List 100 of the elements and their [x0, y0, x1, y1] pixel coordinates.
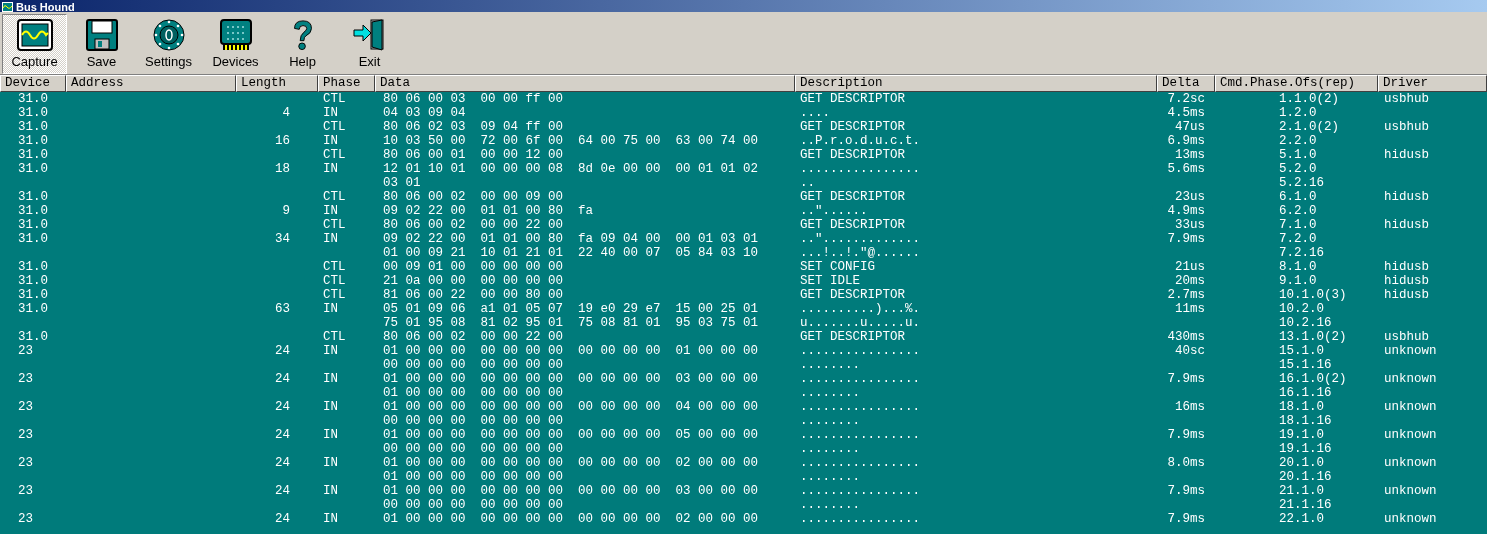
- save-button[interactable]: Save: [69, 14, 134, 74]
- table-cell: 31.0: [18, 190, 48, 204]
- table-cell: 1.1.0(2): [1279, 92, 1339, 106]
- table-cell: 24: [275, 400, 290, 414]
- table-cell: 6.9ms: [1167, 134, 1205, 148]
- column-header[interactable]: Phase: [318, 75, 375, 92]
- table-cell: unknown: [1384, 512, 1437, 526]
- table-cell: ................: [800, 512, 921, 526]
- table-cell: IN: [323, 372, 338, 386]
- table-cell: usbhub: [1384, 330, 1429, 344]
- table-cell: 31.0: [18, 218, 48, 232]
- column-header[interactable]: Data: [375, 75, 795, 92]
- column-header[interactable]: Length: [236, 75, 318, 92]
- table-cell: 4.5ms: [1167, 106, 1205, 120]
- column-header[interactable]: Driver: [1378, 75, 1487, 92]
- table-cell: 10.1.0(3): [1279, 288, 1347, 302]
- table-cell: ................ ........: [800, 428, 921, 456]
- column-header[interactable]: Description: [795, 75, 1157, 92]
- table-cell: unknown: [1384, 428, 1437, 442]
- table-cell: GET DESCRIPTOR: [800, 120, 906, 134]
- exit-button[interactable]: Exit: [337, 14, 402, 74]
- table-cell: 33us: [1175, 218, 1205, 232]
- table-cell: 23: [18, 400, 33, 414]
- table-cell: unknown: [1384, 400, 1437, 414]
- table-cell: 31.0: [18, 106, 48, 120]
- table-cell: 24: [275, 344, 290, 358]
- table-cell: 23: [18, 512, 33, 526]
- table-cell: ..P.r.o.d.u.c.t.: [800, 134, 921, 148]
- table-cell: 18.1.0 18.1.16: [1279, 400, 1332, 428]
- column-header[interactable]: Delta: [1157, 75, 1215, 92]
- column-header[interactable]: Cmd.Phase.Ofs(rep): [1215, 75, 1378, 92]
- table-cell: 01 00 00 00 00 00 00 00 00 00 00 00 04 00 00 00 00 00 00 00 00 00 00 00: [383, 400, 759, 428]
- table-cell: 31.0: [18, 162, 48, 176]
- column-header[interactable]: Device: [0, 75, 66, 92]
- table-cell: 81 06 00 22 00 00 80 00: [383, 288, 564, 302]
- table-cell: 16.1.0(2) 16.1.16: [1279, 372, 1347, 400]
- table-cell: 01 00 00 00 00 00 00 00 00 00 00 00 02 00 00 00: [383, 512, 759, 526]
- table-cell: CTL: [323, 148, 346, 162]
- settings-button[interactable]: Settings: [136, 14, 201, 74]
- table-cell: 31.0: [18, 204, 48, 218]
- table-cell: 23us: [1175, 190, 1205, 204]
- table-cell: CTL: [323, 274, 346, 288]
- table-cell: 80 06 00 01 00 00 12 00: [383, 148, 564, 162]
- table-cell: hidusb: [1384, 274, 1429, 288]
- table-cell: 80 06 00 02 00 00 22 00: [383, 218, 564, 232]
- table-cell: 01 00 00 00 00 00 00 00 00 00 00 00 01 00 00 00 00 00 00 00 00 00 00 00: [383, 344, 759, 372]
- table-cell: 01 00 00 00 00 00 00 00 00 00 00 00 02 00 00 00 01 00 00 00 00 00 00 00: [383, 456, 759, 484]
- table-cell: hidusb: [1384, 288, 1429, 302]
- table-cell: GET DESCRIPTOR: [800, 190, 906, 204]
- table-cell: 7.9ms: [1167, 232, 1205, 246]
- table-cell: ................ ..: [800, 162, 921, 190]
- table-cell: 430ms: [1167, 330, 1205, 344]
- table-cell: 10.2.0 10.2.16: [1279, 302, 1332, 330]
- exit-door-icon: [352, 19, 387, 51]
- table-cell: 31.0: [18, 134, 48, 148]
- table-cell: 2.1.0(2): [1279, 120, 1339, 134]
- table-cell: ..........)...%. u.......u.....u.: [800, 302, 921, 330]
- table-cell: SET IDLE: [800, 274, 860, 288]
- table-cell: 4.9ms: [1167, 204, 1205, 218]
- table-cell: 9: [282, 204, 290, 218]
- table-cell: 13ms: [1175, 148, 1205, 162]
- table-cell: .."......: [800, 204, 868, 218]
- table-cell: CTL: [323, 190, 346, 204]
- table-cell: 8.0ms: [1167, 456, 1205, 470]
- table-cell: ................ ........: [800, 372, 921, 400]
- table-cell: 5.6ms: [1167, 162, 1205, 176]
- table-cell: unknown: [1384, 372, 1437, 386]
- table-cell: hidusb: [1384, 260, 1429, 274]
- table-cell: CTL: [323, 120, 346, 134]
- table-cell: 20ms: [1175, 274, 1205, 288]
- table-cell: IN: [323, 302, 338, 316]
- app-icon: [2, 2, 13, 12]
- table-cell: 8.1.0: [1279, 260, 1317, 274]
- table-cell: ................ ........: [800, 400, 921, 428]
- table-cell: 80 06 00 02 00 00 22 00: [383, 330, 564, 344]
- table-cell: ................ ........: [800, 456, 921, 484]
- help-button[interactable]: Help: [270, 14, 335, 74]
- table-cell: 7.9ms: [1167, 512, 1205, 526]
- table-cell: 6.1.0: [1279, 190, 1317, 204]
- table-cell: IN: [323, 428, 338, 442]
- table-cell: 24: [275, 428, 290, 442]
- table-cell: 18: [275, 162, 290, 176]
- capture-button[interactable]: Capture: [2, 14, 67, 74]
- devices-button[interactable]: Devices: [203, 14, 268, 74]
- table-cell: 11ms: [1175, 302, 1205, 316]
- table-cell: 23: [18, 456, 33, 470]
- column-header[interactable]: Address: [66, 75, 236, 92]
- table-cell: IN: [323, 232, 338, 246]
- table-cell: SET CONFIG: [800, 260, 875, 274]
- table-cell: 22.1.0: [1279, 512, 1324, 526]
- table-cell: 31.0: [18, 274, 48, 288]
- table-cell: 31.0: [18, 120, 48, 134]
- table-cell: 31.0: [18, 260, 48, 274]
- waveform-icon: [16, 19, 53, 51]
- table-cell: unknown: [1384, 484, 1437, 498]
- table-cell: 00 09 01 00 00 00 00 00: [383, 260, 564, 274]
- table-cell: 34: [275, 232, 290, 246]
- table-cell: 09 02 22 00 01 01 00 80 fa: [383, 204, 594, 218]
- table-cell: 21us: [1175, 260, 1205, 274]
- table-cell: 7.9ms: [1167, 372, 1205, 386]
